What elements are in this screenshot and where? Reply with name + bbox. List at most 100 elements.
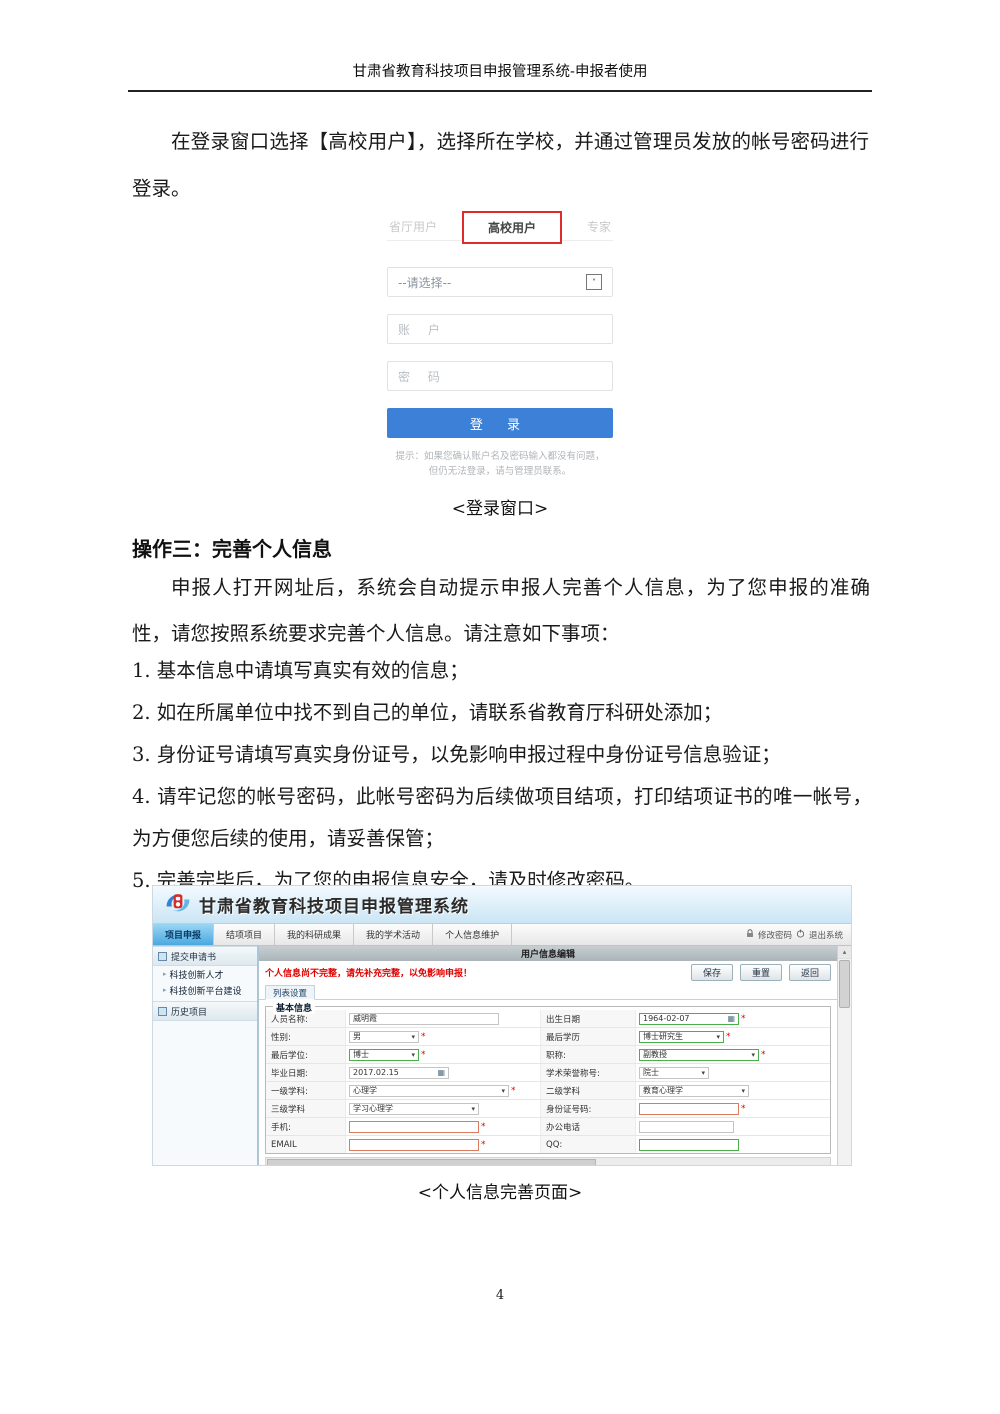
required-asterisk: * (481, 1140, 486, 1150)
office-phone-field[interactable] (639, 1121, 734, 1133)
nav-tab-project-closing[interactable]: 结项项目 (214, 924, 275, 945)
form-row: 三级学科学习心理学▾身份证号码:* (266, 1100, 830, 1118)
form-field-cell: 博士研究生▾* (636, 1028, 830, 1045)
warning-row: 个人信息尚不完整，请先补充完整，以免影响申报！ 保存 重置 返回 (259, 961, 837, 984)
academic-honor-select-label: 学术荣誉称号: (540, 1064, 636, 1081)
field-value: 教育心理学 (643, 1085, 683, 1096)
sidebar-item-label: 科技创新平台建设 (170, 984, 242, 997)
change-password-link[interactable]: 修改密码 (758, 929, 792, 941)
account-input[interactable]: 账 户 (387, 314, 613, 344)
highest-education-select[interactable]: 博士研究生 ▾ (639, 1031, 724, 1043)
id-number-field[interactable] (639, 1103, 739, 1115)
field-value: 心理学 (353, 1085, 377, 1096)
tab-university-user[interactable]: 高校用户 (462, 211, 562, 244)
list-settings-tab[interactable]: 列表设置 (265, 985, 315, 1000)
notes-list: 1. 基本信息中请填写真实有效的信息； 2. 如在所属单位中找不到自己的单位，请… (132, 650, 872, 902)
tab-provincial-user[interactable]: 省厅用户 (389, 218, 437, 235)
password-placeholder: 密 码 (398, 368, 447, 385)
field-value: 博士研究生 (643, 1031, 683, 1042)
scroll-up-icon[interactable]: ▴ (838, 946, 851, 959)
mobile-field-label: 手机: (266, 1118, 346, 1135)
reset-button[interactable]: 重置 (740, 964, 782, 981)
calendar-icon[interactable]: ▦ (437, 1068, 445, 1077)
calendar-icon[interactable]: ▦ (727, 1014, 735, 1023)
second-discipline-select[interactable]: 教育心理学 ▾ (639, 1085, 749, 1097)
birth-date-field[interactable]: 1964-02-07▦ (639, 1013, 739, 1025)
professional-title-select-label: 职称: (540, 1046, 636, 1063)
sidebar-section-title: 提交申请书 (171, 950, 216, 963)
school-select[interactable]: --请选择-- ˅ (387, 267, 613, 297)
form-field-cell: 1964-02-07▦* (636, 1010, 830, 1027)
nav-tab-project-apply[interactable]: 项目申报 (153, 924, 214, 945)
form-field-cell: 心理学▾* (346, 1082, 540, 1099)
form-row: 性别:男▾*最后学历博士研究生▾* (266, 1028, 830, 1046)
section-paragraph: 申报人打开网址后，系统会自动提示申报人完善个人信息，为了您申报的准确性，请您按照… (132, 565, 870, 657)
system-logo-icon (163, 889, 193, 921)
vertical-scrollbar-thumb[interactable] (839, 960, 850, 1008)
field-value: 院士 (643, 1067, 659, 1078)
system-navbar: 项目申报 结项项目 我的科研成果 我的学术活动 个人信息维护 修改密码 退出系统 (153, 924, 851, 946)
login-window-screenshot: 省厅用户 高校用户 专家 --请选择-- ˅ 账 户 密 码 登 录 提示：如果… (387, 212, 613, 479)
professional-title-select[interactable]: 副教授▾ (639, 1049, 759, 1061)
list-item: 1. 基本信息中请填写真实有效的信息； (132, 650, 872, 692)
gender-select[interactable]: 男▾ (349, 1031, 419, 1043)
arrow-icon: ▸ (163, 970, 167, 978)
email-field[interactable] (349, 1139, 479, 1151)
nav-tab-research-results[interactable]: 我的科研成果 (275, 924, 354, 945)
graduation-date-field[interactable]: 2017.02.15 ▦ (349, 1067, 449, 1079)
lock-icon (746, 929, 754, 941)
list-item: 2. 如在所属单位中找不到自己的单位，请联系省教育厅科研处添加； (132, 692, 872, 734)
dropdown-arrow-icon: ▾ (741, 1087, 745, 1095)
profile-page-caption: <个人信息完善页面> (0, 1178, 1000, 1203)
system-screenshot: 甘肃省教育科技项目申报管理系统 项目申报 结项项目 我的科研成果 我的学术活动 … (152, 885, 852, 1166)
save-button[interactable]: 保存 (691, 964, 733, 981)
dropdown-arrow-icon: ˅ (586, 274, 602, 290)
sidebar-item-innovation-talent[interactable]: ▸ 科技创新人才 (153, 966, 257, 982)
vertical-scrollbar[interactable]: ▴ (837, 946, 851, 1165)
form-field-cell: 男▾* (346, 1028, 540, 1045)
horizontal-scrollbar[interactable] (265, 1157, 831, 1165)
office-phone-field-label: 办公电话 (540, 1118, 636, 1135)
third-discipline-select[interactable]: 学习心理学▾ (349, 1103, 479, 1115)
login-hint-line2: 但仍无法登录，请与管理员联系。 (387, 464, 613, 479)
horizontal-scrollbar-thumb[interactable] (267, 1159, 596, 1165)
page-number: 4 (0, 1288, 1000, 1303)
login-button[interactable]: 登 录 (387, 408, 613, 438)
highest-degree-select[interactable]: 博士▾ (349, 1049, 419, 1061)
graduation-date-field-label: 毕业日期: (266, 1064, 346, 1081)
list-item: 3. 身份证号请填写真实身份证号，以免影响申报过程中身份证号信息验证； (132, 734, 872, 776)
tab-expert[interactable]: 专家 (587, 218, 611, 235)
first-discipline-select[interactable]: 心理学▾ (349, 1085, 509, 1097)
dropdown-arrow-icon: ▾ (716, 1033, 720, 1041)
sidebar-section-submit-application[interactable]: 提交申请书 (153, 946, 257, 966)
main-panel: 用户信息编辑 个人信息尚不完整，请先补充完整，以免影响申报！ 保存 重置 返回 … (259, 946, 837, 1165)
nav-tab-personal-info[interactable]: 个人信息维护 (433, 924, 512, 945)
second-discipline-select-label: 二级学科 (540, 1082, 636, 1099)
person-name-field[interactable]: 威明霞 (349, 1013, 499, 1025)
nav-tab-academic-activities[interactable]: 我的学术活动 (354, 924, 433, 945)
power-icon (796, 929, 805, 941)
academic-honor-select[interactable]: 院士▾ (639, 1067, 709, 1079)
back-button[interactable]: 返回 (789, 964, 831, 981)
qq-field-label: QQ: (540, 1136, 636, 1153)
password-input[interactable]: 密 码 (387, 361, 613, 391)
required-asterisk: * (741, 1014, 746, 1024)
login-hint: 提示：如果您确认账户名及密码输入都没有问题， 但仍无法登录，请与管理员联系。 (387, 449, 613, 479)
gender-select-label: 性别: (266, 1028, 346, 1045)
field-value: 威明霞 (353, 1013, 377, 1024)
list-item: 4. 请牢记您的帐号密码，此帐号密码为后续做项目结项，打印结项证书的唯一帐号，为… (132, 776, 872, 860)
form-row: 毕业日期: 2017.02.15 ▦ 学术荣誉称号:院士▾ (266, 1064, 830, 1082)
form-row: 一级学科:心理学▾*二级学科教育心理学▾ (266, 1082, 830, 1100)
field-value: 副教授 (643, 1049, 667, 1060)
mobile-field[interactable] (349, 1121, 479, 1133)
sidebar-section-history-projects[interactable]: 历史项目 (153, 1001, 257, 1021)
form-row: 人员名称:威明霞出生日期1964-02-07▦* (266, 1010, 830, 1028)
field-value: 2017.02.15 (353, 1068, 399, 1077)
logout-link[interactable]: 退出系统 (809, 929, 843, 941)
qq-field[interactable] (639, 1139, 739, 1151)
sidebar-item-innovation-platform[interactable]: ▸ 科技创新平台建设 (153, 982, 257, 998)
dropdown-arrow-icon: ▾ (471, 1105, 475, 1113)
required-asterisk: * (761, 1050, 766, 1060)
form-field-cell: 副教授▾* (636, 1046, 830, 1063)
form-field-cell: 院士▾ (636, 1064, 830, 1081)
